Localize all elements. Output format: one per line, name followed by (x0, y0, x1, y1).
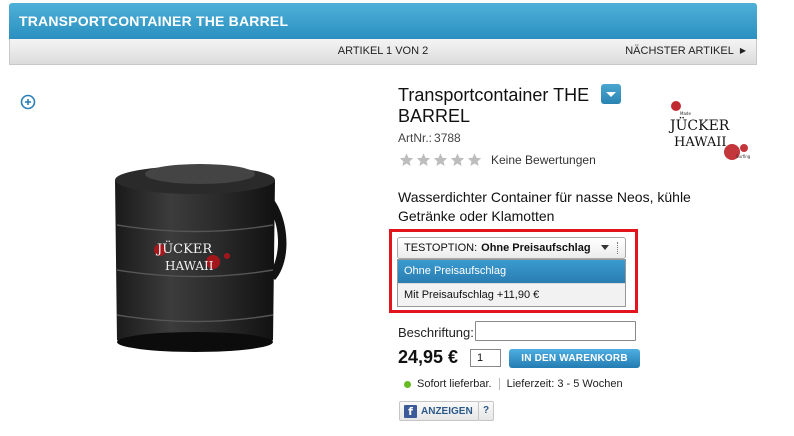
option-selected-value: Ohne Preisaufschlag (481, 242, 591, 254)
resize-grip-icon (617, 242, 619, 254)
brand-logo-sub: Surfing (736, 154, 751, 159)
price: 24,95 € (398, 347, 459, 367)
help-icon[interactable]: ? (478, 401, 494, 421)
product-title: Transportcontainer THE BARREL (398, 85, 590, 126)
option-item[interactable]: Ohne Preisaufschlag (398, 260, 625, 283)
facebook-icon: f (404, 404, 417, 418)
product-image-brand-bottom: HAWAII (165, 259, 214, 273)
chevron-down-icon[interactable] (601, 84, 621, 104)
delivery-time: Lieferzeit: 3 - 5 Wochen (506, 378, 623, 390)
reviews-text: Keine Bewertungen (491, 153, 596, 167)
rating-stars[interactable] (398, 152, 483, 168)
facebook-share-button[interactable]: f ANZEIGEN (399, 401, 479, 421)
brand-logo-line2: HAWAII (674, 135, 727, 150)
next-article-link[interactable]: NÄCHSTER ARTIKEL ▶ (625, 45, 746, 57)
star-icon[interactable] (449, 152, 466, 168)
zoom-in-icon[interactable] (20, 94, 36, 110)
availability: Sofort lieferbar. Lieferzeit: 3 - 5 Woch… (404, 377, 623, 391)
rating: Keine Bewertungen (398, 152, 596, 168)
artnr-label: ArtNr.: (398, 131, 433, 145)
brand-logo: Made JÜCKER HAWAII Surfing (668, 101, 751, 160)
caption-label: Beschriftung: (398, 324, 474, 340)
brand-logo-line1: JÜCKER (668, 116, 730, 134)
product-image[interactable]: JÜCKER HAWAII (105, 150, 295, 360)
facebook-share-label: ANZEIGEN (421, 405, 473, 417)
quantity-input[interactable] (470, 349, 501, 367)
divider (498, 378, 500, 390)
page-title: TRANSPORTCONTAINER THE BARREL (19, 13, 289, 29)
option-item[interactable]: Mit Preisaufschlag +11,90 € (398, 283, 625, 306)
brand-logo-top: Made (680, 111, 691, 116)
product-description: Wasserdichter Container für nasse Neos, … (398, 189, 691, 224)
star-icon[interactable] (466, 152, 483, 168)
article-number: ArtNr.: 3788 (398, 131, 461, 145)
in-stock-indicator (404, 380, 411, 388)
artnr-value: 3788 (434, 131, 461, 145)
header-bar: TRANSPORTCONTAINER THE BARREL (9, 3, 757, 39)
option-list: Ohne Preisaufschlag Mit Preisaufschlag +… (397, 259, 626, 307)
stock-status: Sofort lieferbar. (417, 378, 492, 390)
next-article-label: NÄCHSTER ARTIKEL (625, 45, 734, 57)
option-select[interactable]: TESTOPTION: Ohne Preisaufschlag (397, 237, 626, 259)
caption-row: Beschriftung: (398, 322, 474, 342)
arrow-right-icon: ▶ (739, 46, 746, 55)
article-navigation: ARTIKEL 1 VON 2 NÄCHSTER ARTIKEL ▶ (9, 39, 757, 65)
product-image-brand-top: JÜCKER (155, 240, 213, 257)
star-icon[interactable] (415, 152, 432, 168)
add-to-cart-button[interactable]: IN DEN WARENKORB (509, 349, 640, 368)
option-label: TESTOPTION: (404, 242, 478, 254)
star-icon[interactable] (398, 152, 415, 168)
chevron-down-icon (601, 245, 609, 250)
star-icon[interactable] (432, 152, 449, 168)
caption-input[interactable] (475, 321, 636, 341)
